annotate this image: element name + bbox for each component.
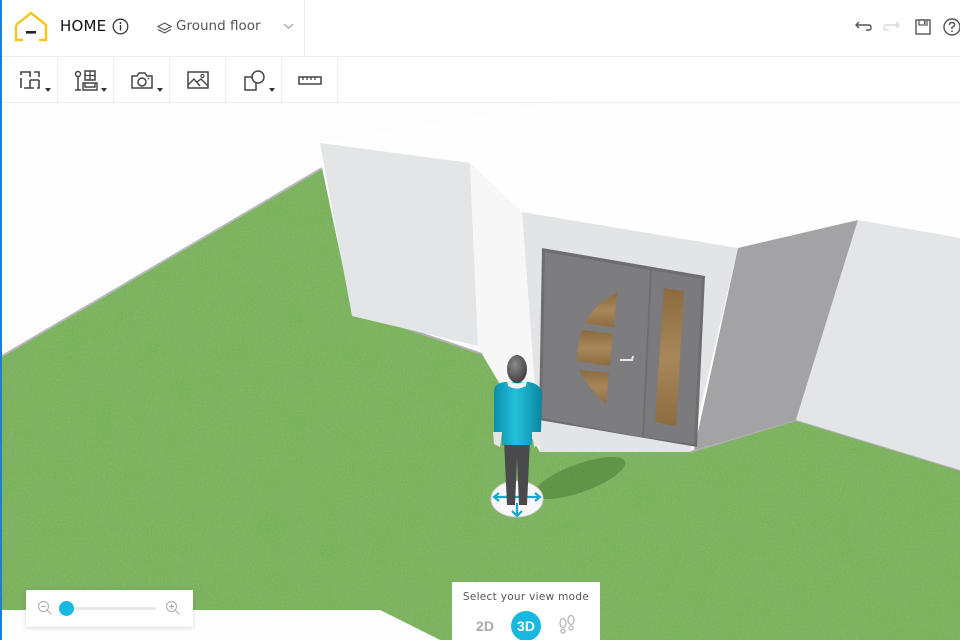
help-button[interactable] — [941, 16, 960, 38]
zoom-slider-thumb[interactable] — [59, 601, 74, 616]
help-icon — [943, 18, 960, 36]
redo-icon — [883, 21, 900, 31]
zoom-in-icon[interactable] — [165, 600, 181, 616]
dropdown-caret-icon — [269, 88, 275, 92]
furniture-icon — [74, 70, 98, 91]
image-icon — [186, 71, 209, 89]
view-mode-3d-button[interactable]: 3D — [511, 611, 541, 640]
undo-button[interactable] — [852, 16, 874, 38]
zoom-out-icon[interactable] — [37, 600, 53, 616]
redo-button[interactable] — [881, 16, 903, 38]
3d-viewport[interactable] — [0, 103, 960, 640]
tool-shapes[interactable] — [226, 58, 282, 102]
ruler-icon — [297, 76, 322, 85]
camera-icon — [130, 72, 153, 89]
info-icon[interactable] — [112, 18, 129, 35]
home-logo-icon[interactable] — [14, 11, 48, 43]
floor-selector-value: Ground floor — [176, 18, 261, 34]
view-mode-walk-button[interactable] — [552, 611, 582, 640]
footsteps-icon — [559, 614, 575, 634]
shapes-icon — [243, 70, 265, 91]
save-button[interactable] — [912, 16, 934, 38]
scene-canvas[interactable] — [0, 103, 960, 640]
app-root: HOME Ground floor Select your view mode … — [0, 0, 960, 640]
chevron-down-icon — [283, 23, 294, 29]
window-edge — [0, 0, 2, 640]
tool-gallery[interactable] — [170, 58, 226, 102]
dropdown-caret-icon — [101, 88, 107, 92]
dropdown-caret-icon — [157, 88, 163, 92]
undo-icon — [855, 21, 872, 31]
floor-selector[interactable]: Ground floor — [153, 0, 305, 57]
project-name[interactable]: HOME — [60, 17, 106, 35]
tool-floor-plan[interactable] — [2, 58, 58, 102]
front-door[interactable] — [539, 248, 705, 447]
view-mode-2d-button[interactable]: 2D — [470, 611, 500, 640]
zoom-control — [26, 590, 193, 627]
tool-furniture[interactable] — [58, 58, 114, 102]
tool-camera[interactable] — [114, 58, 170, 102]
header: HOME Ground floor — [0, 0, 960, 57]
view-mode-title: Select your view mode — [462, 591, 590, 603]
save-icon — [915, 19, 931, 35]
layers-icon — [156, 22, 173, 34]
tool-measure[interactable] — [282, 58, 338, 102]
toolbar — [0, 58, 960, 103]
dropdown-caret-icon — [45, 88, 51, 92]
zoom-slider[interactable] — [59, 601, 156, 616]
floor-plan-icon — [19, 71, 40, 89]
view-mode-selector: Select your view mode 2D 3D — [452, 582, 600, 640]
